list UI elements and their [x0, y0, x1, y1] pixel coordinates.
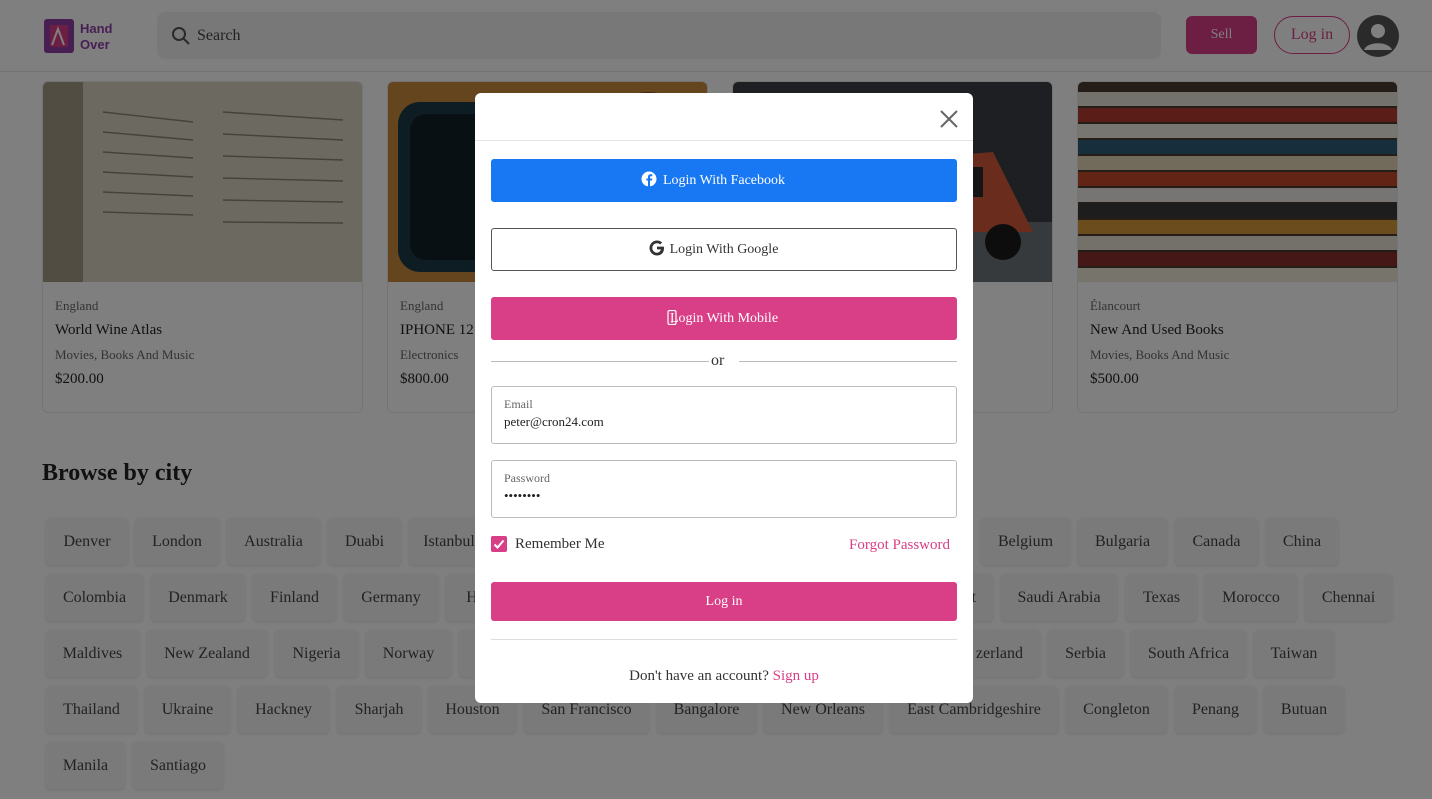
email-field[interactable]: Email: [491, 386, 957, 444]
or-text: or: [711, 352, 725, 369]
facebook-button-label: Login With Facebook: [662, 173, 786, 188]
remember-me-checkbox[interactable]: [491, 536, 507, 552]
facebook-icon: [641, 171, 657, 187]
login-google-button[interactable]: Login With Google: [491, 228, 957, 271]
google-button-label: Login With Google: [669, 242, 779, 257]
or-divider-right: [739, 361, 957, 362]
email-input[interactable]: [504, 414, 944, 430]
password-label: Password: [504, 471, 551, 485]
close-icon[interactable]: [938, 108, 960, 130]
login-mobile-button[interactable]: Login With Mobile: [491, 297, 957, 340]
mobile-button-label: Login With Mobile: [669, 311, 779, 326]
modal-login-button[interactable]: Log in: [491, 582, 957, 621]
login-facebook-button[interactable]: Login With Facebook: [491, 159, 957, 202]
email-label: Email: [504, 397, 533, 411]
no-account-text: Don't have an account?: [629, 668, 769, 684]
google-icon: [649, 240, 664, 256]
password-input[interactable]: [504, 488, 944, 504]
modal-divider: [491, 639, 957, 640]
or-divider-left: [491, 361, 709, 362]
signup-row: Don't have an account? Sign up: [475, 668, 973, 685]
mobile-phone-icon: [667, 310, 677, 325]
password-field[interactable]: Password: [491, 460, 957, 518]
modal-header: [475, 93, 973, 141]
signup-link[interactable]: Sign up: [773, 668, 819, 684]
forgot-password-link[interactable]: Forgot Password: [849, 537, 950, 554]
remember-me-label[interactable]: Remember Me: [515, 536, 605, 553]
login-modal: Login With Facebook Login With Google Lo…: [475, 93, 973, 703]
